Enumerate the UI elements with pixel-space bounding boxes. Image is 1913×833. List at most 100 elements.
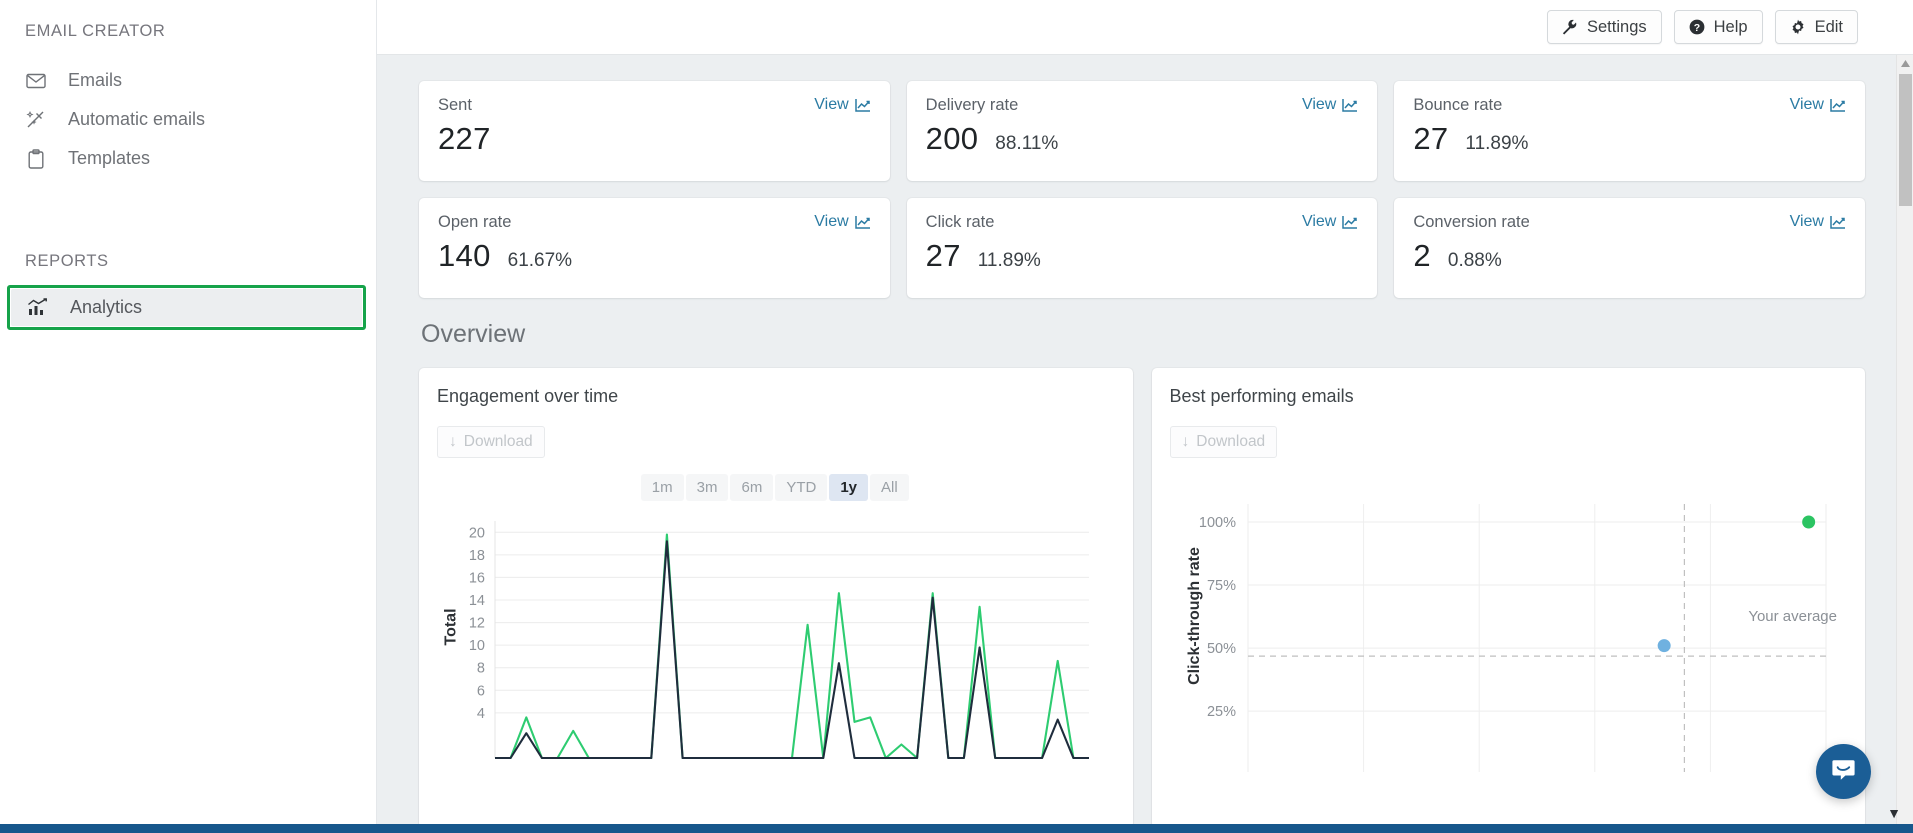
kpi-card-percent: 0.88% xyxy=(1447,250,1502,271)
bar-chart-icon xyxy=(27,297,48,318)
view-link-label: View xyxy=(1301,213,1337,230)
line-chart-icon xyxy=(1830,215,1846,229)
svg-text:75%: 75% xyxy=(1206,578,1235,594)
view-link[interactable]: View xyxy=(1302,96,1358,114)
svg-text:100%: 100% xyxy=(1198,515,1235,531)
kpi-card-title: Bounce rate xyxy=(1413,96,1503,114)
kpi-card-title: Open rate xyxy=(438,213,512,231)
line-chart-icon xyxy=(1342,215,1358,229)
kpi-card-value: 227 xyxy=(438,121,491,156)
line-chart-icon xyxy=(854,98,871,112)
view-link[interactable]: View xyxy=(814,96,870,114)
engagement-over-time-panel: Engagement over time ↓ Download 1m 3m 6m… xyxy=(419,368,1133,828)
range-button-6m[interactable]: 6m xyxy=(730,474,774,501)
chat-bubble-icon xyxy=(1830,756,1857,788)
sidebar-item-analytics-highlight: Analytics xyxy=(7,285,366,330)
best-plot-svg: 100% 75% 50% 25% xyxy=(1198,504,1826,772)
svg-text:14: 14 xyxy=(469,593,485,609)
sidebar-item-automatic-emails[interactable]: Automatic emails xyxy=(0,100,376,139)
best-performing-emails-panel: Best performing emails ↓ Download Click-… xyxy=(1151,368,1865,828)
svg-text:16: 16 xyxy=(469,570,485,586)
best-performing-chart: Click-through rate 100% 75% 50% 25% Your av… xyxy=(1170,486,1846,776)
main-content: Settings ? Help Edit Sent View 227 Deliv… xyxy=(377,0,1913,833)
clipboard-icon xyxy=(25,148,46,169)
engagement-y-axis-label: Total xyxy=(442,608,460,646)
vertical-scrollbar[interactable] xyxy=(1896,55,1913,833)
scroll-up-arrow-icon[interactable] xyxy=(1897,55,1913,72)
kpi-card-percent: 88.11% xyxy=(995,133,1059,154)
kpi-card-percent: 11.89% xyxy=(977,250,1041,271)
engagement-chart: Total 4 6 8 10 12 14 16 18 20 xyxy=(437,515,1113,760)
kpi-card-conversion-rate[interactable]: Conversion rate View 2 0.88% xyxy=(1394,198,1865,298)
kpi-card-open-rate[interactable]: Open rate View 140 61.67% xyxy=(419,198,890,298)
range-selector: 1m 3m 6m YTD 1y All xyxy=(437,474,1113,501)
view-link[interactable]: View xyxy=(1302,213,1358,231)
view-link-label: View xyxy=(1789,213,1824,230)
chevron-down-icon[interactable]: ▼ xyxy=(1887,805,1901,821)
kpi-card-bounce-rate[interactable]: Bounce rate View 27 11.89% xyxy=(1394,81,1865,181)
kpi-card-value: 2 xyxy=(1413,238,1431,273)
view-link-label: View xyxy=(814,213,849,230)
settings-button[interactable]: Settings xyxy=(1547,10,1662,44)
range-button-1m[interactable]: 1m xyxy=(640,474,684,501)
kpi-card-percent: 61.67% xyxy=(507,250,573,271)
range-button-3m[interactable]: 3m xyxy=(685,474,729,501)
kpi-cards: Sent View 227 Delivery rate View 200 88.… xyxy=(377,55,1913,298)
edit-button[interactable]: Edit xyxy=(1774,10,1858,44)
bottom-status-bar xyxy=(0,824,1913,833)
view-link[interactable]: View xyxy=(814,213,870,231)
help-button[interactable]: ? Help xyxy=(1673,10,1763,44)
kpi-card-sent[interactable]: Sent View 227 xyxy=(419,81,890,181)
page-title: Overview xyxy=(421,320,526,348)
help-button-label: Help xyxy=(1713,17,1748,36)
panel-title: Engagement over time xyxy=(437,386,619,406)
analytics-dashboard: EMAIL CREATOR Emails Automatic emails Te… xyxy=(0,0,1913,833)
top-toolbar: Settings ? Help Edit xyxy=(377,0,1913,55)
kpi-card-value: 27 xyxy=(925,238,961,273)
your-average-label: Your average xyxy=(1748,608,1837,625)
download-button[interactable]: ↓ Download xyxy=(1169,426,1278,458)
kpi-card-value: 140 xyxy=(438,238,491,273)
sidebar-item-label: Analytics xyxy=(70,297,143,317)
magic-wand-icon xyxy=(25,109,46,130)
range-button-1y[interactable]: 1y xyxy=(829,474,869,501)
intercom-chat-button[interactable] xyxy=(1816,744,1871,799)
sidebar-item-emails[interactable]: Emails xyxy=(0,61,376,100)
kpi-card-title: Conversion rate xyxy=(1413,213,1530,231)
charts-row: Engagement over time ↓ Download 1m 3m 6m… xyxy=(377,349,1913,828)
view-link-label: View xyxy=(1789,96,1824,113)
sidebar-section-reports: REPORTS xyxy=(25,252,109,270)
engagement-plot-svg: 4 6 8 10 12 14 16 18 20 xyxy=(469,521,1089,760)
best-y-axis-label: Click-through rate xyxy=(1185,547,1203,685)
svg-text:4: 4 xyxy=(477,706,485,722)
download-button[interactable]: ↓ Download xyxy=(437,426,545,458)
download-button-label: Download xyxy=(1196,433,1266,450)
sidebar-item-label: Templates xyxy=(68,148,151,168)
view-link[interactable]: View xyxy=(1790,213,1846,231)
svg-text:?: ? xyxy=(1693,22,1699,34)
kpi-card-title: Delivery rate xyxy=(925,96,1019,114)
sidebar-item-analytics[interactable]: Analytics xyxy=(11,289,362,326)
kpi-card-value: 27 xyxy=(1413,121,1449,156)
sidebar-item-templates[interactable]: Templates xyxy=(0,139,376,178)
scrollbar-thumb[interactable] xyxy=(1899,74,1912,206)
svg-text:18: 18 xyxy=(469,548,485,564)
panel-title: Best performing emails xyxy=(1169,386,1354,406)
kpi-card-value: 200 xyxy=(925,121,979,156)
line-chart-icon xyxy=(1342,98,1358,112)
kpi-card-click-rate[interactable]: Click rate View 27 11.89% xyxy=(906,198,1378,298)
range-button-all[interactable]: All xyxy=(870,474,909,501)
svg-text:6: 6 xyxy=(477,683,485,699)
download-arrow-icon: ↓ xyxy=(449,433,457,450)
range-button-ytd[interactable]: YTD xyxy=(775,474,828,501)
view-link[interactable]: View xyxy=(1790,96,1846,114)
kpi-card-delivery-rate[interactable]: Delivery rate View 200 88.11% xyxy=(906,81,1378,181)
envelope-icon xyxy=(25,70,46,91)
settings-button-label: Settings xyxy=(1587,17,1647,36)
line-chart-icon xyxy=(854,215,871,229)
kpi-card-title: Sent xyxy=(438,96,472,114)
kpi-card-title: Click rate xyxy=(925,213,995,231)
line-chart-icon xyxy=(1830,98,1846,112)
view-link-label: View xyxy=(814,96,849,113)
download-arrow-icon: ↓ xyxy=(1181,433,1190,450)
